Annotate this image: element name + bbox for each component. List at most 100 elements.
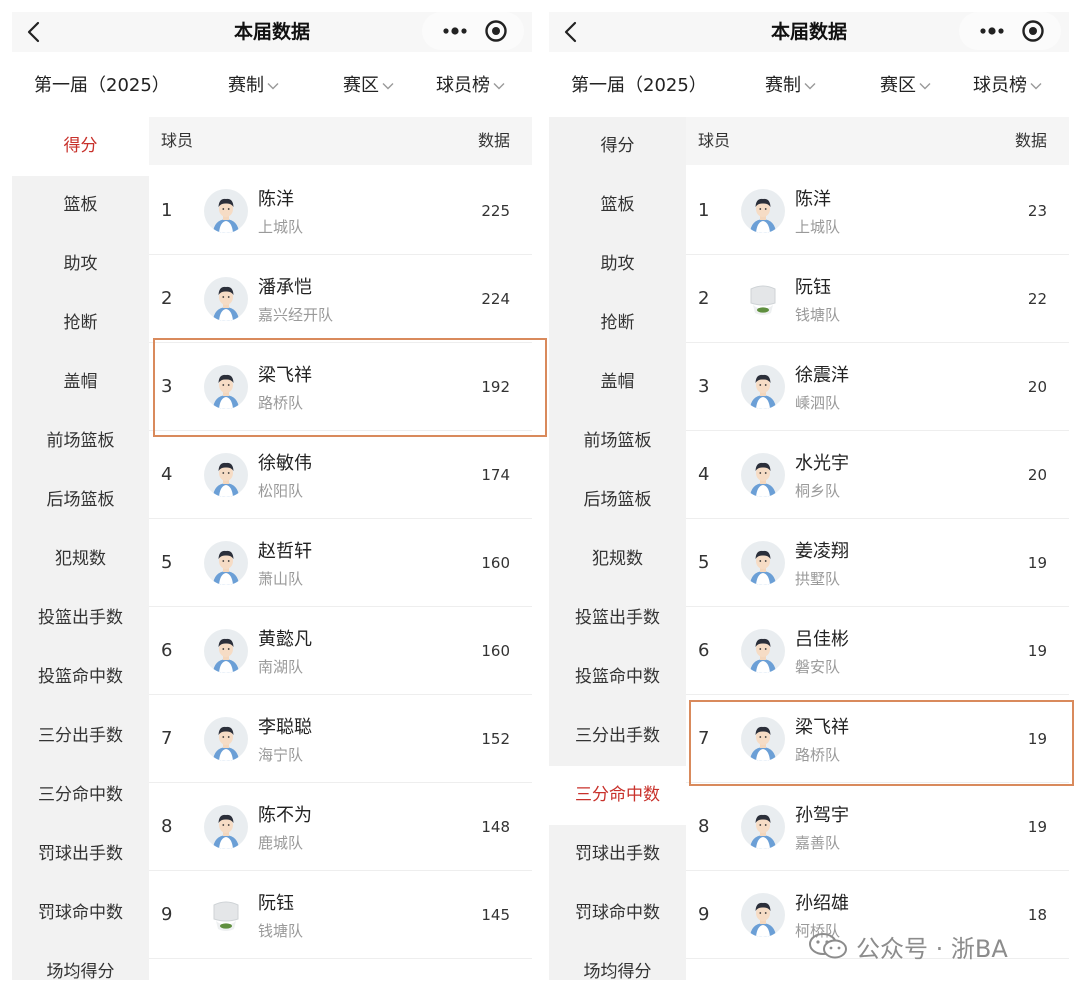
sidebar-item-stat-category[interactable]: 盖帽 [12,353,149,412]
stat-value: 152 [481,730,510,748]
sidebar-item-stat-category[interactable]: 得分 [549,117,686,176]
more-icon[interactable] [977,22,1007,40]
player-row[interactable]: 1 陈洋 上城队 23 [686,167,1069,255]
player-name: 陈洋 [795,189,831,210]
sidebar-item-stat-category[interactable]: 罚球命中数 [12,884,149,943]
list-header: 球员 数据 [149,117,532,165]
region-dropdown[interactable]: 赛区 [880,64,931,108]
miniprogram-capsule [959,12,1061,50]
wechat-logo-icon [809,933,847,959]
sidebar-item-stat-category[interactable]: 前场篮板 [12,412,149,471]
rank-number: 7 [161,728,173,749]
player-row[interactable]: 7 梁飞祥 路桥队 19 [686,695,1069,783]
team-name: 松阳队 [258,482,304,500]
player-row[interactable]: 3 徐震洋 嵊泗队 20 [686,343,1069,431]
player-name: 阮钰 [258,893,294,914]
sidebar-item-stat-category[interactable]: 罚球出手数 [12,825,149,884]
rank-number: 3 [698,376,710,397]
team-name: 鹿城队 [258,834,304,852]
format-dropdown[interactable]: 赛制 [228,64,279,108]
sidebar-item-stat-category[interactable]: 篮板 [549,176,686,235]
watermark-text: 公众号 · 浙BA [856,934,1008,963]
player-row[interactable]: 2 阮钰 钱塘队 22 [686,255,1069,343]
format-dropdown[interactable]: 赛制 [765,64,816,108]
sidebar-item-stat-category[interactable]: 罚球命中数 [549,884,686,943]
rank-number: 8 [698,816,710,837]
player-name: 黄懿凡 [258,629,312,650]
player-row[interactable]: 1 陈洋 上城队 225 [149,167,532,255]
player-name: 吕佳彬 [795,629,849,650]
player-name: 李聪聪 [258,717,312,738]
sidebar-item-stat-category[interactable]: 得分 [12,117,149,176]
sidebar-item-stat-category[interactable]: 抢断 [549,294,686,353]
rank-number: 3 [161,376,173,397]
leaderboard-panel-left: 本届数据 第一届（2025） 赛制 赛区 球员榜 得分 篮板 助攻 抢断 盖帽 前场篮板后… [12,12,532,980]
player-name: 潘承恺 [258,277,312,298]
player-row[interactable]: 4 徐敏伟 松阳队 174 [149,431,532,519]
player-row[interactable]: 5 赵哲轩 萧山队 160 [149,519,532,607]
filter-bar: 第一届（2025） 赛制 赛区 球员榜 [12,64,532,108]
player-name: 阮钰 [795,277,831,298]
stat-value: 20 [1027,378,1047,396]
sidebar-item-stat-category[interactable]: 篮板 [12,176,149,235]
board-dropdown[interactable]: 球员榜 [973,64,1042,108]
sidebar-item-stat-category[interactable]: 后场篮板 [12,471,149,530]
rank-number: 4 [698,464,710,485]
sidebar-item-stat-category[interactable]: 场均得分 [12,943,149,980]
sidebar-item-stat-category[interactable]: 投篮出手数 [12,589,149,648]
sidebar-item-stat-category[interactable]: 抢断 [12,294,149,353]
sidebar-item-stat-category[interactable]: 投篮出手数 [549,589,686,648]
player-name: 徐敏伟 [258,453,312,474]
player-row[interactable]: 6 黄懿凡 南湖队 160 [149,607,532,695]
close-miniprogram-icon[interactable] [484,19,508,43]
sidebar-item-stat-category[interactable]: 三分出手数 [12,707,149,766]
stat-value: 19 [1027,642,1047,660]
sidebar-item-stat-category[interactable]: 罚球出手数 [549,825,686,884]
board-dropdown[interactable]: 球员榜 [436,64,505,108]
player-row[interactable]: 3 梁飞祥 路桥队 192 [149,343,532,431]
filter-bar: 第一届（2025） 赛制 赛区 球员榜 [549,64,1069,108]
player-name: 水光宇 [795,453,849,474]
player-avatar-icon [741,805,785,849]
rank-number: 5 [698,552,710,573]
player-row[interactable]: 2 潘承恺 嘉兴经开队 224 [149,255,532,343]
chevron-down-icon [1030,83,1042,90]
player-column-header: 球员 [161,131,194,150]
miniprogram-capsule [422,12,524,50]
region-dropdown[interactable]: 赛区 [343,64,394,108]
sidebar-item-stat-category[interactable]: 三分命中数 [12,766,149,825]
sidebar-item-stat-category[interactable]: 助攻 [12,235,149,294]
player-row[interactable]: 6 吕佳彬 磐安队 19 [686,607,1069,695]
player-row[interactable]: 9 阮钰 钱塘队 145 [149,871,532,959]
sidebar-item-stat-category[interactable]: 三分出手数 [549,707,686,766]
season-label: 第一届（2025） [34,75,170,96]
stat-value: 19 [1027,730,1047,748]
sidebar-item-stat-category[interactable]: 助攻 [549,235,686,294]
sidebar-item-stat-category[interactable]: 投篮命中数 [12,648,149,707]
player-avatar-icon [204,453,248,497]
rank-number: 2 [698,288,710,309]
sidebar-item-stat-category[interactable]: 投篮命中数 [549,648,686,707]
sidebar-item-stat-category[interactable]: 后场篮板 [549,471,686,530]
player-row[interactable]: 8 孙驾宇 嘉善队 19 [686,783,1069,871]
close-miniprogram-icon[interactable] [1021,19,1045,43]
format-label: 赛制 [228,75,264,96]
season-selector[interactable]: 第一届（2025） [571,64,707,108]
sidebar-item-stat-category[interactable]: 前场篮板 [549,412,686,471]
player-row[interactable]: 5 姜凌翔 拱墅队 19 [686,519,1069,607]
sidebar-item-stat-category[interactable]: 三分命中数 [549,766,686,825]
sidebar-item-stat-category[interactable]: 犯规数 [549,530,686,589]
stat-value: 224 [481,290,510,308]
sidebar-item-stat-category[interactable]: 场均得分 [549,943,686,980]
stat-category-sidebar: 得分 篮板 助攻 抢断 盖帽 前场篮板 后场篮板 犯规数 投篮出手数 投篮命中数 三分出手数 三分命中… [12,117,149,980]
player-row[interactable]: 8 陈不为 鹿城队 148 [149,783,532,871]
sidebar-item-stat-category[interactable]: 犯规数 [12,530,149,589]
board-label: 球员榜 [436,75,490,96]
player-avatar-icon [741,541,785,585]
more-icon[interactable] [440,22,470,40]
season-selector[interactable]: 第一届（2025） [34,64,170,108]
player-row[interactable]: 7 李聪聪 海宁队 152 [149,695,532,783]
sidebar-item-stat-category[interactable]: 盖帽 [549,353,686,412]
team-name: 路桥队 [795,746,841,764]
player-row[interactable]: 4 水光宇 桐乡队 20 [686,431,1069,519]
